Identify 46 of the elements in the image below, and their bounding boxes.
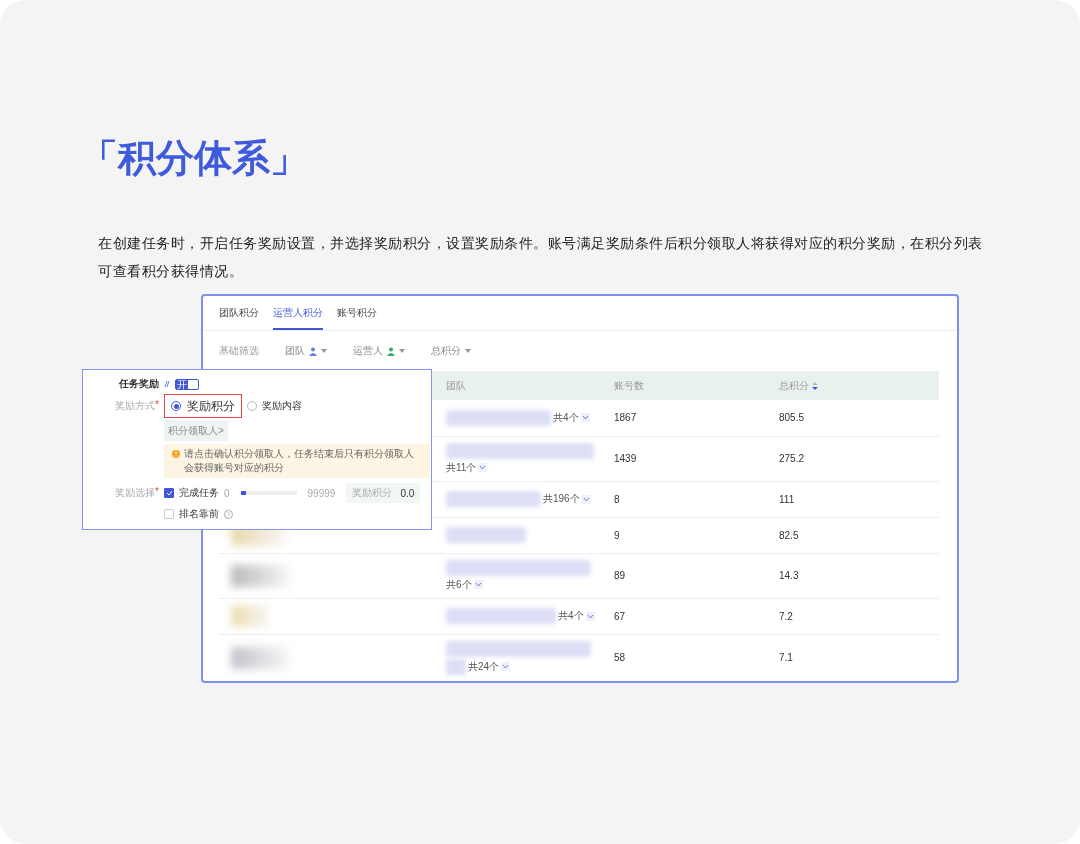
filter-dropdown[interactable]: 团队 bbox=[285, 344, 327, 358]
team-count: 共24个 bbox=[468, 659, 500, 674]
column-header: 团队 bbox=[446, 378, 466, 393]
table-cell: 58 bbox=[614, 652, 626, 663]
option-label: 完成任务 bbox=[179, 486, 219, 500]
option-label: 排名靠前 bbox=[179, 507, 219, 521]
table-cell: 67 bbox=[614, 610, 626, 622]
option-label[interactable]: 奖励积分 bbox=[187, 397, 235, 415]
table-cell: 805.5 bbox=[779, 412, 805, 424]
range-max: 99999 bbox=[307, 487, 336, 499]
table-cell: 1867 bbox=[614, 412, 637, 424]
table-cell: 89 bbox=[614, 570, 626, 581]
option-label[interactable]: 奖励内容 bbox=[262, 399, 302, 413]
description-text: 在创建任务时，开启任务奖励设置，并选择奖励积分，设置奖励条件。账号满足奖励条件后积分领取人将获得对应的积分奖励，在积分列表可查看积分获得情况。 bbox=[98, 234, 984, 281]
table-cell: 1439 bbox=[614, 453, 637, 464]
team-count: 共4个 bbox=[553, 410, 579, 425]
table-cell: 111 bbox=[779, 493, 795, 505]
receiver-tag[interactable]: 积分领取人> bbox=[164, 421, 228, 441]
warning-text: 请点击确认积分领取人，任务结束后只有积分领取人会获得账号对应的积分 bbox=[184, 447, 415, 475]
filter-label: 基础筛选 bbox=[219, 344, 259, 358]
field-label: 奖励方式 bbox=[115, 399, 156, 413]
column-header: 账号数 bbox=[614, 378, 644, 393]
section-title: 任务奖励 bbox=[119, 377, 159, 391]
team-count: 共196个 bbox=[543, 492, 580, 506]
table-cell: 7.2 bbox=[779, 610, 793, 622]
table-cell: 8 bbox=[614, 493, 620, 505]
toggle-switch[interactable]: 开 bbox=[175, 378, 199, 390]
table-cell: 9 bbox=[614, 529, 620, 541]
table-cell: 7.1 bbox=[779, 652, 793, 663]
team-count: 共4个 bbox=[558, 609, 584, 623]
tab[interactable]: 账号积分 bbox=[337, 298, 377, 330]
table-cell: 275.2 bbox=[779, 453, 805, 464]
team-count: 共11个 bbox=[446, 460, 477, 475]
table-cell: 82.5 bbox=[779, 529, 799, 541]
page-title: 「积分体系」 bbox=[80, 136, 309, 181]
filter-dropdown[interactable]: 运营人 bbox=[353, 344, 405, 358]
field-label: 奖励选择 bbox=[115, 486, 156, 500]
tab[interactable]: 团队积分 bbox=[219, 298, 259, 330]
range-min: 0 bbox=[224, 487, 230, 499]
required-mark: * bbox=[155, 486, 159, 497]
filter-dropdown[interactable]: 总积分 bbox=[431, 344, 471, 358]
team-count: 共6个 bbox=[446, 577, 472, 592]
table-cell: 14.3 bbox=[779, 570, 799, 581]
points-field[interactable]: 奖励积分 0.0 bbox=[346, 483, 421, 503]
tab[interactable]: 运营人积分 bbox=[273, 298, 323, 330]
required-mark: * bbox=[155, 399, 159, 412]
